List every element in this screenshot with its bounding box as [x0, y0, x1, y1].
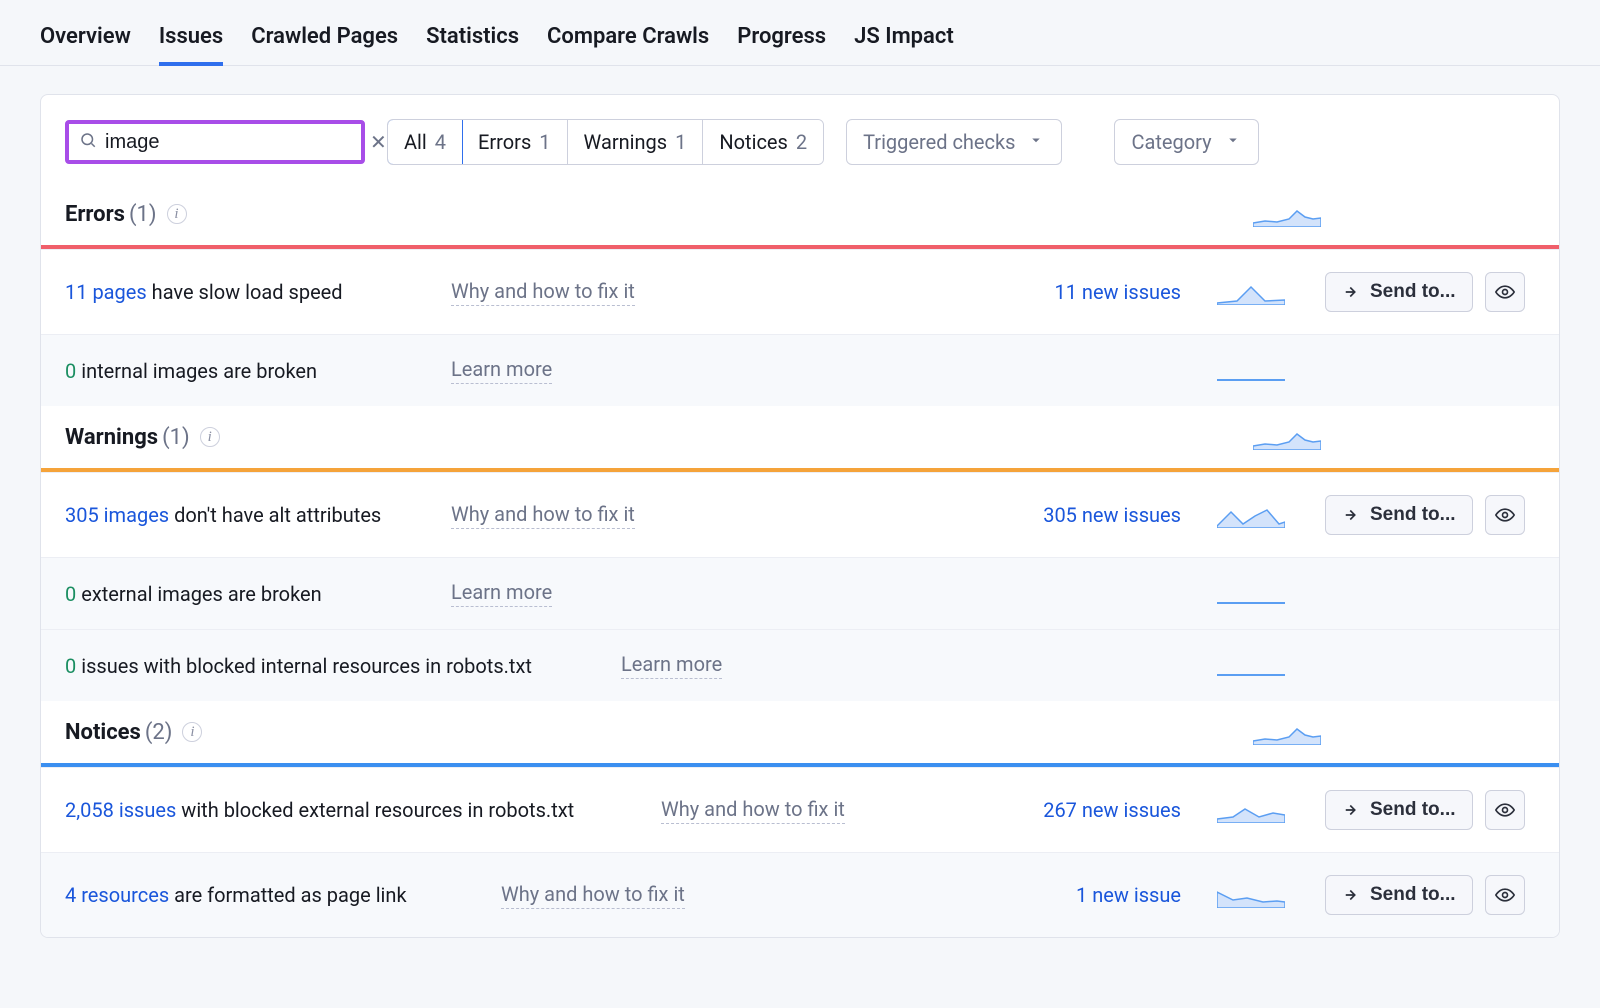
send-to-button[interactable]: Send to... [1325, 272, 1473, 312]
section-title-warnings: Warnings [65, 425, 158, 450]
filter-warnings-count: 1 [675, 130, 686, 154]
filter-all-count: 4 [435, 130, 446, 154]
tab-compare-crawls[interactable]: Compare Crawls [547, 18, 709, 65]
triggered-checks-label: Triggered checks [863, 130, 1015, 154]
issue-zero: 0 [65, 359, 76, 383]
fix-link[interactable]: Why and how to fix it [501, 882, 685, 909]
send-to-button[interactable]: Send to... [1325, 495, 1473, 535]
send-to-label: Send to... [1370, 504, 1456, 526]
issue-desc: issues with blocked internal resources i… [76, 654, 532, 678]
section-sparkline-notices [1253, 719, 1325, 745]
tab-statistics[interactable]: Statistics [426, 18, 519, 65]
send-to-button[interactable]: Send to... [1325, 875, 1473, 915]
fix-link[interactable]: Why and how to fix it [451, 279, 635, 306]
type-filter: All 4 Errors 1 Warnings 1 Notices 2 [387, 119, 824, 165]
hide-button[interactable] [1485, 790, 1525, 830]
info-icon[interactable]: i [200, 427, 220, 447]
filter-warnings[interactable]: Warnings 1 [568, 120, 704, 164]
tab-js-impact[interactable]: JS Impact [854, 18, 954, 65]
issue-desc: are formatted as page link [169, 883, 406, 907]
hide-button[interactable] [1485, 495, 1525, 535]
send-to-label: Send to... [1370, 281, 1456, 303]
filter-errors[interactable]: Errors 1 [462, 120, 567, 164]
send-to-label: Send to... [1370, 884, 1456, 906]
new-issues-link[interactable]: 267 new issues [1043, 798, 1181, 822]
row-sparkline [1217, 581, 1289, 607]
new-issues-link[interactable]: 305 new issues [1043, 503, 1181, 527]
filter-errors-label: Errors [478, 130, 531, 154]
section-count-errors: (1) [129, 202, 157, 227]
section-header-warnings: Warnings (1) i [41, 406, 1559, 468]
send-to-label: Send to... [1370, 799, 1456, 821]
issue-link[interactable]: 11 pages [65, 280, 147, 304]
learn-more-link[interactable]: Learn more [451, 357, 552, 384]
section-sparkline-warnings [1253, 424, 1325, 450]
learn-more-link[interactable]: Learn more [451, 580, 552, 607]
issue-row: 305 images don't have alt attributes Why… [41, 472, 1559, 557]
filter-all-label: All [404, 130, 427, 154]
row-sparkline [1217, 279, 1289, 305]
issue-zero: 0 [65, 654, 76, 678]
category-label: Category [1131, 130, 1211, 154]
section-header-errors: Errors (1) i [41, 183, 1559, 245]
issue-link[interactable]: 4 resources [65, 883, 169, 907]
row-sparkline [1217, 653, 1289, 679]
issue-desc: have slow load speed [147, 280, 343, 304]
filter-warnings-label: Warnings [584, 130, 668, 154]
hide-button[interactable] [1485, 875, 1525, 915]
issue-link[interactable]: 2,058 issues [65, 798, 176, 822]
section-header-notices: Notices (2) i [41, 701, 1559, 763]
send-to-button[interactable]: Send to... [1325, 790, 1473, 830]
issue-link[interactable]: 305 images [65, 503, 169, 527]
issue-desc: don't have alt attributes [169, 503, 381, 527]
section-sparkline-errors [1253, 201, 1325, 227]
section-title-errors: Errors [65, 202, 125, 227]
row-sparkline [1217, 797, 1289, 823]
issue-row: 0 internal images are broken Learn more [41, 334, 1559, 406]
top-tabs: Overview Issues Crawled Pages Statistics… [0, 0, 1600, 66]
section-count-warnings: (1) [162, 425, 190, 450]
filter-notices-count: 2 [796, 130, 807, 154]
issue-desc: external images are broken [76, 582, 321, 606]
issue-row: 0 external images are broken Learn more [41, 557, 1559, 629]
filter-all[interactable]: All 4 [387, 119, 463, 165]
issue-zero: 0 [65, 582, 76, 606]
row-sparkline [1217, 358, 1289, 384]
row-sparkline [1217, 882, 1289, 908]
learn-more-link[interactable]: Learn more [621, 652, 722, 679]
issue-row: 2,058 issues with blocked external resou… [41, 767, 1559, 852]
filter-notices-label: Notices [719, 130, 787, 154]
triggered-checks-dropdown[interactable]: Triggered checks [846, 119, 1062, 165]
issue-row: 11 pages have slow load speed Why and ho… [41, 249, 1559, 334]
section-count-notices: (2) [145, 720, 173, 745]
issue-desc: internal images are broken [76, 359, 317, 383]
section-title-notices: Notices [65, 720, 141, 745]
tab-crawled-pages[interactable]: Crawled Pages [251, 18, 398, 65]
issue-row: 0 issues with blocked internal resources… [41, 629, 1559, 701]
hide-button[interactable] [1485, 272, 1525, 312]
tab-progress[interactable]: Progress [737, 18, 826, 65]
chevron-down-icon [1027, 130, 1045, 154]
issues-panel: ✕ All 4 Errors 1 Warnings 1 Notices 2 Tr… [40, 94, 1560, 938]
toolbar: ✕ All 4 Errors 1 Warnings 1 Notices 2 Tr… [41, 95, 1559, 183]
info-icon[interactable]: i [182, 722, 202, 742]
filter-notices[interactable]: Notices 2 [703, 120, 823, 164]
fix-link[interactable]: Why and how to fix it [661, 797, 845, 824]
search-box[interactable]: ✕ [65, 120, 365, 164]
tab-issues[interactable]: Issues [159, 18, 223, 65]
new-issues-link[interactable]: 1 new issue [1076, 883, 1181, 907]
chevron-down-icon [1224, 130, 1242, 154]
fix-link[interactable]: Why and how to fix it [451, 502, 635, 529]
clear-icon[interactable]: ✕ [370, 130, 387, 154]
tab-overview[interactable]: Overview [40, 18, 131, 65]
category-dropdown[interactable]: Category [1114, 119, 1258, 165]
info-icon[interactable]: i [167, 204, 187, 224]
search-icon [79, 131, 97, 154]
row-sparkline [1217, 502, 1289, 528]
new-issues-link[interactable]: 11 new issues [1054, 280, 1181, 304]
issue-desc: with blocked external resources in robot… [176, 798, 574, 822]
search-input[interactable] [105, 131, 370, 154]
filter-errors-count: 1 [539, 130, 550, 154]
issue-row: 4 resources are formatted as page link W… [41, 852, 1559, 937]
